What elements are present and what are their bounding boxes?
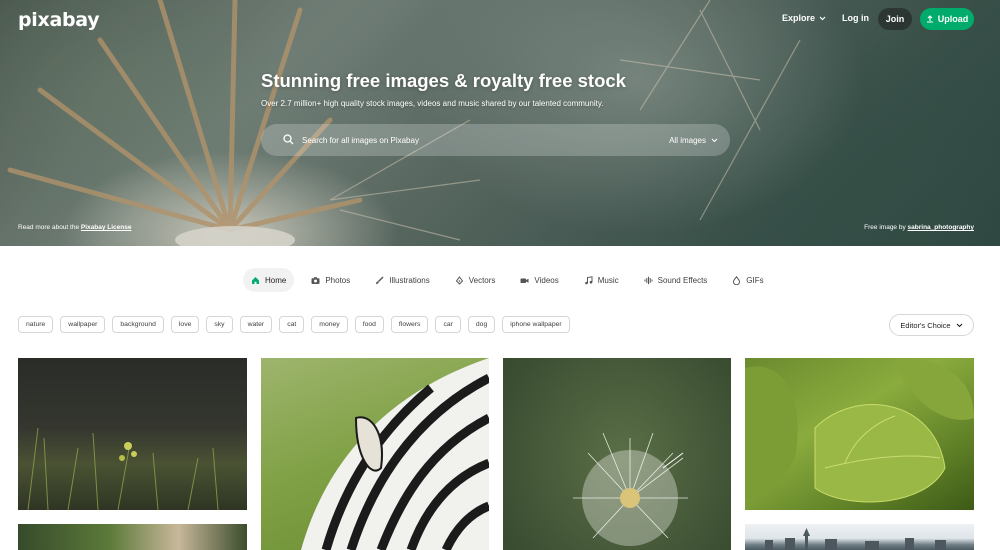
explore-menu[interactable]: Explore	[782, 13, 826, 23]
photo-card-town[interactable]	[745, 524, 974, 550]
license-link[interactable]: Pixabay License	[81, 224, 132, 231]
tab-label: Sound Effects	[657, 275, 708, 285]
tab-gifs[interactable]: GIFs	[724, 268, 771, 292]
upload-icon	[926, 15, 933, 23]
chevron-down-icon	[956, 323, 962, 327]
pixabay-logo[interactable]: pixabay	[18, 9, 100, 31]
license-note: Read more about the Pixabay License	[18, 224, 131, 231]
search-input[interactable]	[302, 135, 632, 145]
gif-icon	[732, 275, 741, 285]
tag-chip[interactable]: cat	[279, 316, 305, 333]
tag-chip[interactable]: love	[170, 316, 200, 333]
tab-label: Vectors	[468, 275, 496, 285]
tab-label: Home	[265, 275, 287, 285]
tab-label: Videos	[534, 275, 559, 285]
upload-label: Upload	[937, 14, 969, 24]
photo-card-zebra[interactable]	[261, 358, 489, 550]
tab-photos[interactable]: Photos	[303, 268, 358, 292]
tag-chip[interactable]: dog	[467, 316, 496, 333]
tab-illustrations[interactable]: Illustrations	[367, 268, 437, 292]
explore-label: Explore	[782, 13, 816, 23]
tab-home[interactable]: Home	[243, 268, 295, 292]
sort-label: Editor's Choice	[900, 320, 951, 330]
tab-vectors[interactable]: Vectors	[447, 268, 504, 292]
tab-label: Photos	[325, 275, 351, 285]
tag-chip[interactable]: food	[354, 316, 384, 333]
tag-chip[interactable]: car	[435, 316, 461, 333]
search-icon[interactable]	[283, 134, 295, 146]
chevron-down-icon	[711, 138, 718, 142]
brush-icon	[375, 276, 384, 285]
camera-icon	[311, 276, 320, 285]
tag-chip[interactable]: iphone wallpaper	[502, 316, 570, 333]
zebra-image	[301, 358, 489, 550]
dandelion-image	[573, 432, 688, 546]
login-link[interactable]: Log in	[842, 13, 869, 23]
photo-card-grass[interactable]	[18, 358, 247, 510]
search-type-label: All images	[669, 135, 706, 145]
sort-dropdown[interactable]: Editor's Choice	[889, 314, 974, 336]
hero-subtitle: Over 2.7 million+ high quality stock ima…	[261, 99, 604, 108]
license-prefix: Read more about the	[18, 224, 80, 231]
search-bar: All images	[261, 124, 730, 156]
tab-sound-effects[interactable]: Sound Effects	[636, 268, 716, 292]
tag-chip[interactable]: background	[112, 316, 164, 333]
town-image	[765, 528, 946, 550]
tag-chip[interactable]: money	[311, 316, 348, 333]
photo-card-dandelion[interactable]	[503, 358, 731, 550]
tab-label: GIFs	[746, 275, 764, 285]
media-type-tabs: Home Photos Illustrations Vectors Videos…	[243, 268, 781, 292]
hero-banner: pixabay Explore Log in Join Upload Stunn…	[0, 0, 1000, 246]
home-icon	[251, 276, 260, 285]
tab-music[interactable]: Music	[576, 268, 627, 292]
credit-prefix: Free image by	[864, 224, 906, 231]
tag-chip[interactable]: nature	[18, 316, 54, 333]
tag-chip[interactable]: sky	[206, 316, 233, 333]
join-button[interactable]: Join	[878, 8, 912, 30]
waveform-icon	[644, 276, 653, 285]
image-credit: Free image by sabrina_photography	[864, 224, 974, 231]
tab-label: Music	[597, 275, 619, 285]
tag-chip[interactable]: flowers	[390, 316, 429, 333]
tab-label: Illustrations	[389, 275, 430, 285]
video-icon	[520, 276, 529, 285]
popular-tags: nature wallpaper background love sky wat…	[18, 316, 570, 333]
hero-title: Stunning free images & royalty free stoc…	[261, 70, 626, 91]
music-note-icon	[584, 275, 593, 285]
tag-chip[interactable]: wallpaper	[60, 316, 106, 333]
tab-videos[interactable]: Videos	[512, 268, 566, 292]
credit-author-link[interactable]: sabrina_photography	[908, 224, 974, 231]
photo-card-leaves[interactable]	[745, 358, 974, 510]
leaves-image	[745, 358, 974, 503]
chevron-down-icon	[819, 16, 826, 20]
photo-card-plants[interactable]	[18, 524, 247, 550]
pen-nib-icon	[455, 275, 464, 285]
search-type-dropdown[interactable]: All images	[669, 136, 718, 145]
hero-overlay	[0, 0, 1000, 246]
upload-button[interactable]: Upload	[920, 8, 974, 30]
tag-chip[interactable]: water	[239, 316, 273, 333]
grass-image	[27, 427, 219, 510]
